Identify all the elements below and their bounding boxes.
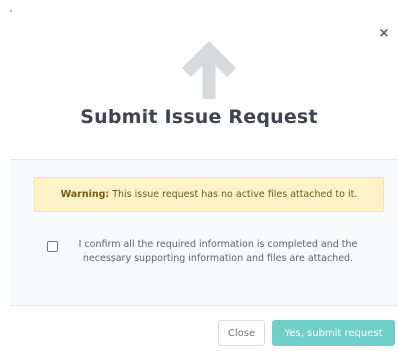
warning-label: Warning: [60, 189, 110, 200]
close-button[interactable]: Close [218, 320, 265, 346]
warning-message: This issue request has no active files a… [112, 189, 358, 200]
submit-issue-request-modal: × Submit Issue Request Warning: This iss… [0, 0, 398, 351]
submit-request-button[interactable]: Yes, submit request [272, 320, 395, 346]
confirm-label: I confirm all the required information i… [78, 239, 358, 264]
corner-dot [10, 10, 12, 12]
modal-title: Submit Issue Request [80, 106, 318, 128]
arrow-up-icon [182, 41, 236, 99]
footer-divider [10, 305, 398, 306]
confirm-checkbox[interactable] [47, 241, 58, 252]
warning-alert: Warning: This issue request has no activ… [34, 177, 384, 212]
close-icon[interactable]: × [378, 27, 390, 41]
